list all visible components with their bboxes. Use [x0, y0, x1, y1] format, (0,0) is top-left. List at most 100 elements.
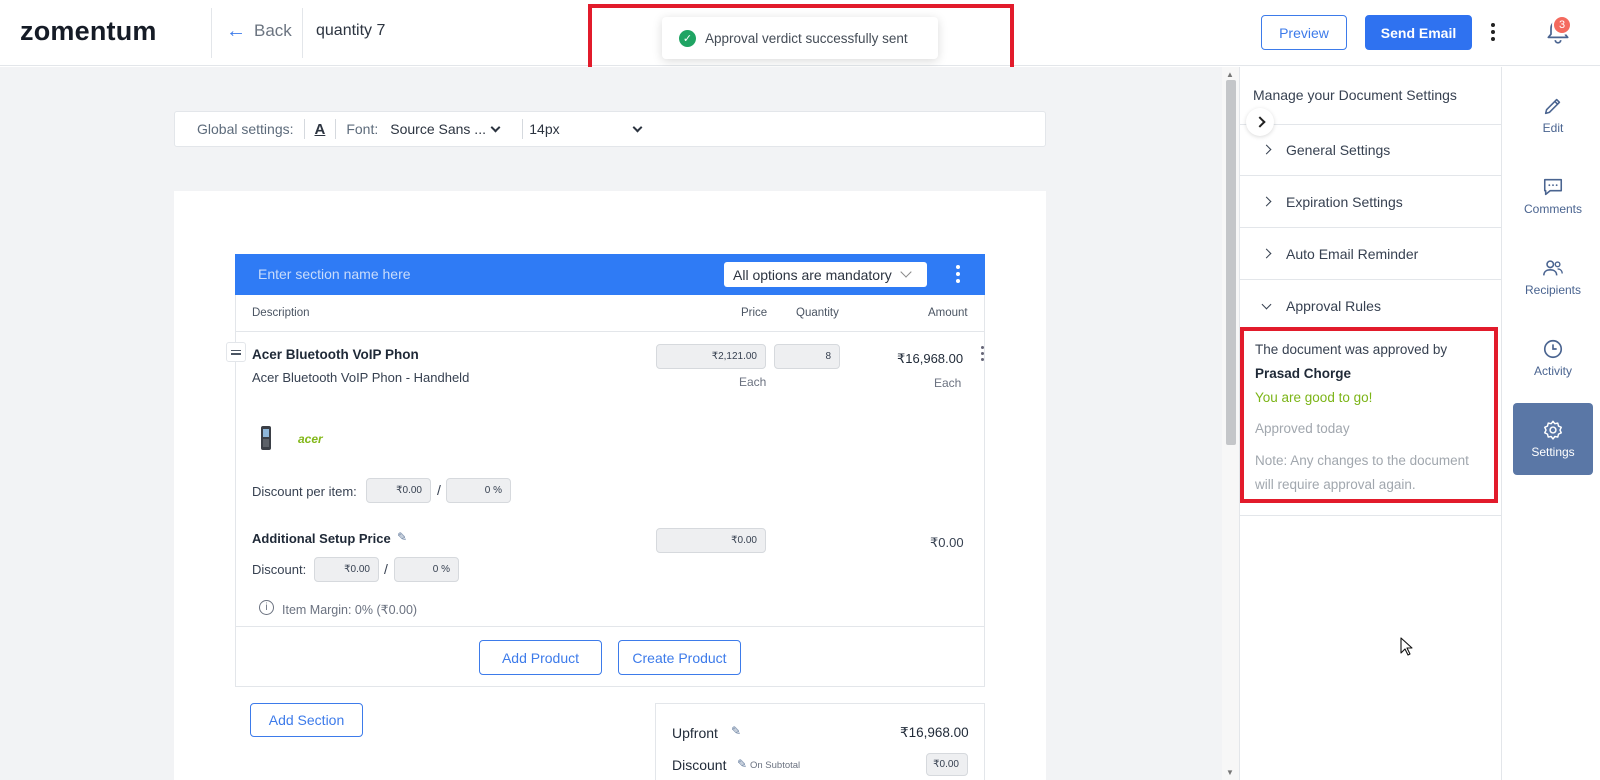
- rail-edit[interactable]: Edit: [1513, 79, 1593, 151]
- slash: /: [437, 482, 441, 498]
- product-description[interactable]: Acer Bluetooth VoIP Phon - Handheld: [252, 370, 469, 385]
- rail-comments-label: Comments: [1523, 202, 1582, 216]
- document-title[interactable]: quantity 7: [316, 22, 385, 40]
- chevron-down-icon: [900, 266, 912, 278]
- subtotal-discount-input[interactable]: ₹0.00: [926, 753, 968, 776]
- auto-email-reminder-item[interactable]: Auto Email Reminder: [1239, 228, 1502, 280]
- setup-discount-percent-input[interactable]: 0 %: [394, 557, 459, 582]
- quantity-input[interactable]: 8: [774, 344, 840, 369]
- discount-amount-input[interactable]: ₹0.00: [366, 478, 431, 503]
- expiration-settings-label: Expiration Settings: [1286, 193, 1403, 210]
- setup-discount-amount-input[interactable]: ₹0.00: [314, 557, 379, 582]
- product-image[interactable]: [258, 425, 274, 453]
- item-margin: Item Margin: 0% (₹0.00): [282, 603, 418, 617]
- upfront-label: Upfront: [672, 725, 718, 741]
- section-more-icon[interactable]: [956, 265, 960, 283]
- scrollbar-thumb[interactable]: [1226, 80, 1236, 445]
- settings-panel-title: Manage your Document Settings: [1253, 87, 1457, 103]
- global-settings-bar: Global settings: A Font: Source Sans ...…: [174, 111, 1046, 147]
- discount-percent-input[interactable]: 0 %: [446, 478, 511, 503]
- clock-icon: [1543, 339, 1563, 359]
- setup-price-input[interactable]: ₹0.00: [656, 528, 766, 553]
- font-size-value: 14px: [529, 121, 560, 137]
- rail-settings[interactable]: Settings: [1513, 403, 1593, 475]
- product-name[interactable]: Acer Bluetooth VoIP Phon: [252, 347, 419, 362]
- expiration-settings-item[interactable]: Expiration Settings: [1239, 176, 1502, 228]
- chevron-down-icon: [490, 122, 501, 132]
- chevron-down-icon: [632, 122, 643, 132]
- chevron-right-icon: [1261, 196, 1272, 207]
- add-section-button[interactable]: Add Section: [250, 703, 363, 737]
- mouse-cursor-icon: [1400, 637, 1413, 656]
- pencil-icon[interactable]: ✎: [731, 724, 741, 738]
- chevron-right-icon: [1261, 144, 1272, 155]
- options-mode-value: All options are mandatory: [733, 266, 892, 283]
- add-product-button[interactable]: Add Product: [479, 640, 602, 675]
- font-size-select[interactable]: 14px: [529, 121, 643, 137]
- divider: [235, 331, 985, 332]
- discount-label: Discount: [672, 757, 727, 773]
- send-email-button[interactable]: Send Email: [1365, 15, 1472, 50]
- logo[interactable]: zomentum: [20, 16, 157, 47]
- info-icon[interactable]: i: [259, 600, 274, 615]
- rail-activity[interactable]: Activity: [1513, 322, 1593, 394]
- divider: [1239, 515, 1502, 516]
- scroll-up-icon[interactable]: ▲: [1226, 70, 1234, 79]
- chevron-right-icon: [1261, 248, 1272, 259]
- general-settings-item[interactable]: General Settings: [1239, 124, 1502, 176]
- font-value: Source Sans ...: [390, 121, 486, 137]
- divider: [235, 626, 985, 627]
- discount-note: On Subtotal: [750, 760, 801, 771]
- preview-button[interactable]: Preview: [1261, 15, 1347, 50]
- approval-rules-item[interactable]: Approval Rules: [1239, 280, 1502, 332]
- setup-amount: ₹0.00: [930, 535, 964, 550]
- row-more-icon[interactable]: [981, 346, 984, 361]
- create-product-button[interactable]: Create Product: [618, 640, 741, 675]
- drag-handle-icon[interactable]: [226, 342, 246, 362]
- pencil-icon: [1544, 98, 1561, 115]
- auto-email-reminder-label: Auto Email Reminder: [1286, 245, 1419, 262]
- text-color-icon[interactable]: A: [315, 121, 326, 138]
- options-mode-select[interactable]: All options are mandatory: [724, 262, 927, 287]
- product-amount: ₹16,968.00: [897, 351, 964, 366]
- discount-per-item-label: Discount per item:: [252, 484, 357, 499]
- more-options-icon[interactable]: [1491, 23, 1495, 41]
- upfront-value: ₹16,968.00: [900, 725, 969, 740]
- brand-logo: acer: [298, 432, 323, 446]
- rail-activity-label: Activity: [1533, 364, 1572, 378]
- col-description: Description: [252, 307, 310, 319]
- divider: [302, 8, 303, 58]
- slash: /: [384, 561, 388, 577]
- global-settings-label: Global settings:: [197, 121, 294, 137]
- rail-settings-label: Settings: [1531, 445, 1575, 459]
- font-select[interactable]: Source Sans ...: [390, 121, 518, 137]
- price-input[interactable]: ₹2,121.00: [656, 344, 766, 369]
- pencil-icon[interactable]: ✎: [397, 530, 407, 544]
- rail-recipients[interactable]: Recipients: [1513, 241, 1593, 313]
- col-price: Price: [741, 307, 768, 319]
- setup-discount-label: Discount:: [252, 562, 307, 577]
- price-unit: Each: [739, 375, 767, 389]
- divider: [211, 8, 212, 58]
- rail-edit-label: Edit: [1542, 121, 1564, 135]
- section-header: Enter section name here All options are …: [235, 254, 985, 295]
- highlight-box: [1240, 327, 1498, 503]
- rail-recipients-label: Recipients: [1524, 283, 1582, 297]
- general-settings-label: General Settings: [1286, 141, 1391, 158]
- scroll-down-icon[interactable]: ▼: [1226, 768, 1234, 777]
- back-button[interactable]: ← Back: [226, 21, 292, 41]
- notification-badge: 3: [1552, 15, 1572, 35]
- section-name-input[interactable]: Enter section name here: [258, 266, 411, 282]
- col-quantity: Quantity: [796, 307, 839, 319]
- back-label: Back: [254, 21, 292, 40]
- arrow-left-icon: ←: [226, 20, 246, 42]
- pencil-icon[interactable]: ✎: [737, 757, 747, 771]
- font-label: Font:: [346, 121, 379, 137]
- rail-comments[interactable]: Comments: [1513, 160, 1593, 232]
- col-amount: Amount: [928, 307, 968, 319]
- gear-icon: [1544, 420, 1562, 440]
- approval-rules-label: Approval Rules: [1286, 298, 1381, 314]
- users-icon: [1543, 260, 1563, 276]
- chevron-down-icon: [1261, 299, 1272, 309]
- comment-icon: [1543, 178, 1563, 196]
